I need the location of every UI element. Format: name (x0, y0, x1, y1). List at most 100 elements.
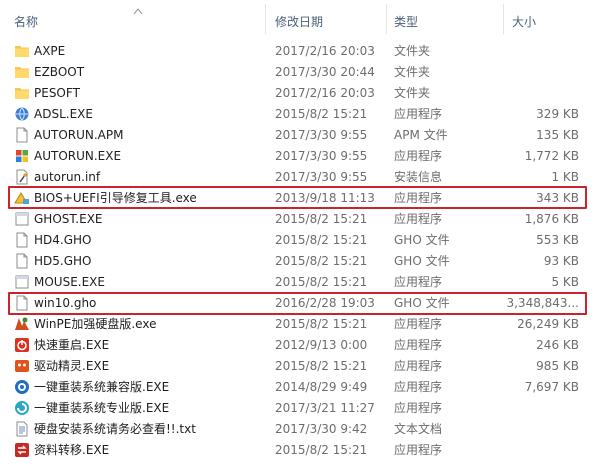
file-size: 26,249 KB (517, 317, 579, 331)
column-divider[interactable] (386, 4, 387, 34)
file-date: 2015/8/2 15:21 (275, 233, 368, 247)
file-row[interactable]: 快速重启.EXE 2012/9/13 0:00 应用程序 246 KB (0, 335, 600, 356)
repair-tool-icon (14, 190, 30, 206)
file-row[interactable]: win10.gho 2016/2/28 19:03 GHO 文件 3,348,843.… (0, 293, 600, 314)
transfer-icon (14, 442, 30, 458)
document-icon (14, 295, 30, 311)
file-name: MOUSE.EXE (34, 275, 105, 289)
reinstall-pro-icon (14, 400, 30, 416)
file-date: 2012/9/13 0:00 (275, 338, 368, 352)
file-name: 一键重装系统兼容版.EXE (34, 380, 170, 394)
file-row[interactable]: autorun.inf 2017/3/30 9:55 安装信息 1 KB (0, 167, 600, 188)
file-type: GHO 文件 (394, 254, 450, 268)
file-type: 文件夹 (394, 65, 431, 79)
windows-app-icon (14, 148, 30, 164)
file-row[interactable]: BIOS+UEFI引导修复工具.exe 2013/9/18 11:13 应用程序 34… (0, 188, 600, 209)
file-type: GHO 文件 (394, 233, 450, 247)
file-size (490, 62, 579, 83)
file-size: 553 KB (536, 233, 579, 247)
sort-ascending-icon (133, 4, 143, 15)
file-size (490, 440, 579, 461)
file-size: 1,876 KB (524, 212, 579, 226)
file-date: 2015/8/2 15:21 (275, 443, 368, 457)
file-date: 2014/8/29 9:49 (275, 380, 368, 394)
file-size: 93 KB (543, 254, 579, 268)
file-row[interactable]: 硬盘安装系统请务必查看!!.txt 2017/3/30 9:42 文本文档 (0, 419, 600, 440)
column-divider[interactable] (265, 4, 266, 34)
file-name: WinPE加强硬盘版.exe (34, 317, 157, 331)
file-size (490, 419, 579, 440)
file-type: 文件夹 (394, 44, 431, 58)
file-row[interactable]: ADSL.EXE 2015/8/2 15:21 应用程序 329 KB (0, 104, 600, 125)
column-divider[interactable] (503, 4, 504, 34)
file-row[interactable]: EZBOOT 2017/3/30 20:44 文件夹 (0, 62, 600, 83)
file-row[interactable]: AUTORUN.EXE 2017/3/30 9:55 应用程序 1,772 KB (0, 146, 600, 167)
file-date: 2015/8/2 15:21 (275, 275, 368, 289)
file-size (490, 83, 579, 104)
document-icon (14, 127, 30, 143)
file-size (490, 398, 579, 419)
file-row[interactable]: HD4.GHO 2015/8/2 15:21 GHO 文件 553 KB (0, 230, 600, 251)
file-row[interactable]: WinPE加强硬盘版.exe 2015/8/2 15:21 应用程序 26,249 K… (0, 314, 600, 335)
file-date: 2015/8/2 15:21 (275, 359, 368, 373)
file-type: 文件夹 (394, 86, 431, 100)
file-name: 一键重装系统专业版.EXE (34, 401, 170, 415)
file-type: 应用程序 (394, 149, 443, 163)
folder-icon (14, 85, 30, 101)
file-size: 1,772 KB (524, 149, 579, 163)
file-name: BIOS+UEFI引导修复工具.exe (34, 191, 197, 205)
file-type: 文本文档 (394, 422, 443, 436)
file-date: 2015/8/2 15:21 (275, 107, 368, 121)
file-row[interactable]: PESOFT 2017/2/16 20:03 文件夹 (0, 83, 600, 104)
file-type: 应用程序 (394, 380, 443, 394)
column-name-header[interactable]: 名称 (14, 12, 38, 32)
column-type-header[interactable]: 类型 (394, 12, 418, 32)
file-name: autorun.inf (34, 170, 101, 184)
file-row[interactable]: 一键重装系统专业版.EXE 2017/3/21 11:27 应用程序 (0, 398, 600, 419)
file-date: 2017/2/16 20:03 (275, 44, 375, 58)
file-row[interactable]: 驱动精灵.EXE 2015/8/2 15:21 应用程序 985 KB (0, 356, 600, 377)
file-row[interactable]: 一键重装系统兼容版.EXE 2014/8/29 9:49 应用程序 7,697 KB (0, 377, 600, 398)
file-type: 应用程序 (394, 443, 443, 457)
file-row[interactable]: GHOST.EXE 2015/8/2 15:21 应用程序 1,876 KB (0, 209, 600, 230)
reinstall-icon (14, 379, 30, 395)
file-size: 7,697 KB (524, 380, 579, 394)
document-icon (14, 253, 30, 269)
file-date: 2013/9/18 11:13 (275, 191, 375, 205)
file-row[interactable]: AUTORUN.APM 2017/3/30 9:55 APM 文件 135 KB (0, 125, 600, 146)
file-type: 应用程序 (394, 317, 443, 331)
column-size-header[interactable]: 大小 (512, 12, 536, 32)
winpe-icon (14, 316, 30, 332)
file-date: 2017/3/30 9:55 (275, 128, 368, 142)
file-size: 5 KB (551, 275, 579, 289)
file-name: 资料转移.EXE (34, 443, 110, 457)
network-app-icon (14, 106, 30, 122)
file-date: 2015/8/2 15:21 (275, 212, 368, 226)
driver-icon (14, 358, 30, 374)
file-type: 应用程序 (394, 359, 443, 373)
folder-icon (14, 43, 30, 59)
blank-app-icon (14, 274, 30, 290)
file-name: 驱动精灵.EXE (34, 359, 110, 373)
file-row[interactable]: HD5.GHO 2015/8/2 15:21 GHO 文件 93 KB (0, 251, 600, 272)
column-header-bar: 名称 修改日期 类型 大小 (0, 0, 600, 34)
document-icon (14, 232, 30, 248)
file-name: GHOST.EXE (34, 212, 103, 226)
file-name: HD5.GHO (34, 254, 92, 268)
file-row[interactable]: MOUSE.EXE 2015/8/2 15:21 应用程序 5 KB (0, 272, 600, 293)
file-type: 应用程序 (394, 338, 443, 352)
file-row[interactable]: 资料转移.EXE 2015/8/2 15:21 应用程序 (0, 440, 600, 461)
setup-info-icon (14, 169, 30, 185)
file-date: 2017/3/21 11:27 (275, 401, 375, 415)
column-date-header[interactable]: 修改日期 (275, 12, 323, 32)
file-type: 安装信息 (394, 170, 443, 184)
file-name: EZBOOT (34, 65, 85, 79)
file-size: 329 KB (536, 107, 579, 121)
file-date: 2017/3/30 9:55 (275, 170, 368, 184)
file-size (490, 41, 579, 62)
file-type: 应用程序 (394, 212, 443, 226)
folder-icon (14, 64, 30, 80)
file-name: 硬盘安装系统请务必查看!!.txt (34, 422, 196, 436)
file-name: HD4.GHO (34, 233, 92, 247)
file-row[interactable]: AXPE 2017/2/16 20:03 文件夹 (0, 41, 600, 62)
